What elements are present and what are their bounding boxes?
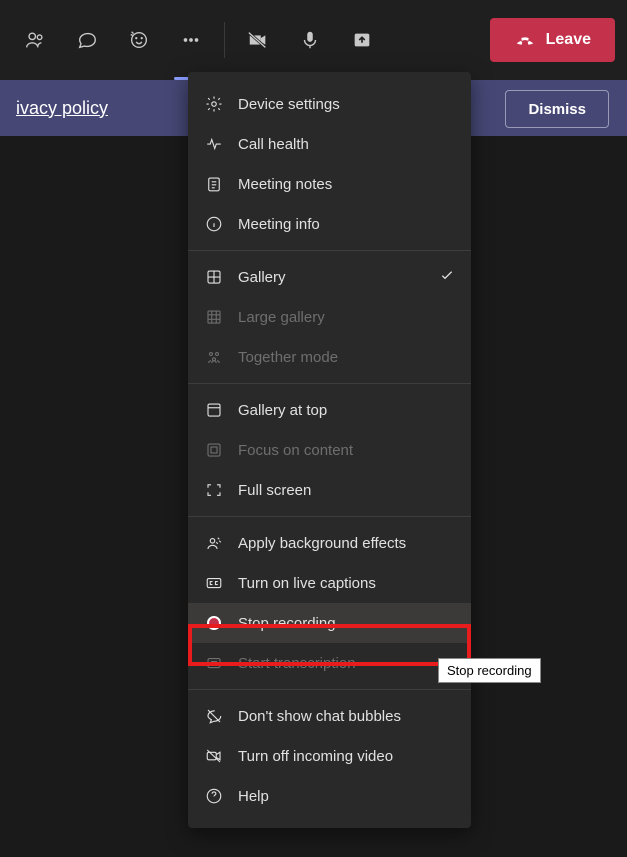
menu-turn-off-video[interactable]: Turn off incoming video	[188, 736, 471, 776]
menu-together-mode: Together mode	[188, 337, 471, 377]
menu-full-screen[interactable]: Full screen	[188, 470, 471, 510]
help-icon	[204, 786, 224, 806]
captions-icon	[204, 573, 224, 593]
menu-item-label: Turn on live captions	[238, 575, 376, 592]
menu-hide-chat-bubbles[interactable]: Don't show chat bubbles	[188, 696, 471, 736]
menu-meeting-info[interactable]: Meeting info	[188, 204, 471, 244]
reactions-button[interactable]	[116, 17, 162, 63]
menu-item-label: Help	[238, 788, 269, 805]
privacy-policy-link[interactable]: ivacy policy	[16, 98, 108, 119]
more-actions-button[interactable]	[168, 17, 214, 63]
menu-meeting-notes[interactable]: Meeting notes	[188, 164, 471, 204]
fullscreen-icon	[204, 480, 224, 500]
menu-item-label: Full screen	[238, 482, 311, 499]
menu-item-label: Large gallery	[238, 309, 325, 326]
menu-item-label: Together mode	[238, 349, 338, 366]
menu-gallery[interactable]: Gallery	[188, 257, 471, 297]
menu-item-label: Stop recording	[238, 615, 336, 632]
menu-item-label: Meeting notes	[238, 176, 332, 193]
info-icon	[204, 214, 224, 234]
share-button[interactable]	[339, 17, 385, 63]
menu-item-label: Apply background effects	[238, 535, 406, 552]
leave-button[interactable]: Leave	[490, 18, 615, 62]
menu-live-captions[interactable]: Turn on live captions	[188, 563, 471, 603]
menu-help[interactable]: Help	[188, 776, 471, 816]
menu-item-label: Don't show chat bubbles	[238, 708, 401, 725]
menu-background-effects[interactable]: Apply background effects	[188, 523, 471, 563]
menu-focus-content: Focus on content	[188, 430, 471, 470]
leave-button-label: Leave	[546, 31, 591, 49]
menu-start-transcription: Start transcription	[188, 643, 471, 683]
menu-item-label: Device settings	[238, 96, 340, 113]
menu-item-label: Call health	[238, 136, 309, 153]
chat-button[interactable]	[64, 17, 110, 63]
focus-icon	[204, 440, 224, 460]
dismiss-button-label: Dismiss	[528, 101, 586, 118]
menu-item-label: Focus on content	[238, 442, 353, 459]
tooltip: Stop recording	[438, 658, 541, 683]
gallery-top-icon	[204, 400, 224, 420]
camera-button[interactable]	[235, 17, 281, 63]
menu-call-health[interactable]: Call health	[188, 124, 471, 164]
menu-item-label: Turn off incoming video	[238, 748, 393, 765]
together-icon	[204, 347, 224, 367]
menu-stop-recording[interactable]: Stop recording	[188, 603, 471, 643]
large-grid-icon	[204, 307, 224, 327]
menu-gallery-top[interactable]: Gallery at top	[188, 390, 471, 430]
menu-item-label: Start transcription	[238, 655, 356, 672]
transcription-icon	[204, 653, 224, 673]
menu-item-label: Gallery	[238, 269, 286, 286]
meeting-toolbar: Leave	[0, 0, 627, 80]
toolbar-separator	[224, 22, 225, 58]
background-icon	[204, 533, 224, 553]
record-icon	[204, 613, 224, 633]
chat-off-icon	[204, 706, 224, 726]
menu-device-settings[interactable]: Device settings	[188, 84, 471, 124]
grid-icon	[204, 267, 224, 287]
menu-large-gallery: Large gallery	[188, 297, 471, 337]
microphone-button[interactable]	[287, 17, 333, 63]
gear-icon	[204, 94, 224, 114]
dismiss-button[interactable]: Dismiss	[505, 90, 609, 128]
video-off-icon	[204, 746, 224, 766]
participants-button[interactable]	[12, 17, 58, 63]
menu-item-label: Gallery at top	[238, 402, 327, 419]
more-actions-menu: Device settings Call health Meeting note…	[188, 72, 471, 828]
pulse-icon	[204, 134, 224, 154]
menu-item-label: Meeting info	[238, 216, 320, 233]
notes-icon	[204, 174, 224, 194]
check-icon	[439, 267, 455, 287]
